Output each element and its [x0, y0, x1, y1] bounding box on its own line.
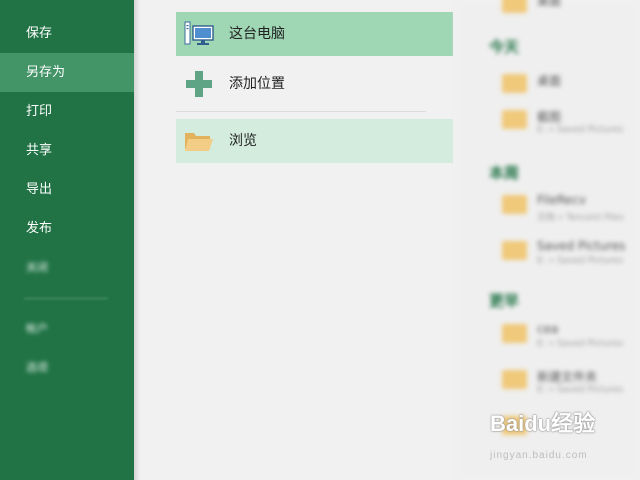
- recent-folder-item[interactable]: 桌面: [502, 0, 640, 28]
- nav-publish[interactable]: 发布: [0, 209, 134, 248]
- recent-folder-item[interactable]: 新建文件夹 E: » Saved Pictures: [502, 368, 640, 404]
- nav-export[interactable]: 导出: [0, 170, 134, 209]
- recent-group-header: 今天: [489, 38, 520, 56]
- sidebar-divider: [24, 298, 108, 299]
- recent-folder-name: 桌面: [537, 0, 562, 8]
- folder-icon: [502, 324, 527, 343]
- recent-folder-item[interactable]: 截图 E: » Saved Pictures: [502, 108, 640, 144]
- nav-save-as[interactable]: 另存为: [0, 53, 134, 92]
- sidebar-shadow: [134, 0, 140, 480]
- recent-folder-path: E: » Saved Pictures: [537, 125, 624, 135]
- recent-folder-name: Saved Pictures: [537, 239, 626, 253]
- recent-folder-item[interactable]: FileRecv 文档 » Tencent Files: [502, 193, 640, 229]
- recent-folder-path: E: » Saved Pictures: [537, 256, 624, 266]
- folder-open-icon: [184, 127, 214, 155]
- recent-folder-name: 截图: [537, 110, 562, 124]
- nav-print[interactable]: 打印: [0, 92, 134, 131]
- watermark-brand: Baidu经验: [490, 411, 596, 436]
- recent-folder-name: 新建文件夹: [537, 370, 598, 384]
- recent-folder-item[interactable]: Saved Pictures E: » Saved Pictures: [502, 239, 640, 275]
- nav-save[interactable]: 保存: [0, 14, 134, 53]
- plus-icon: [184, 70, 214, 98]
- watermark-url: jingyan.baidu.com: [490, 450, 588, 461]
- recent-folder-name: cea: [537, 322, 559, 336]
- recent-folder-path: 文档 » Tencent Files: [537, 213, 624, 223]
- recent-group-header: 本周: [489, 164, 520, 182]
- nav-options[interactable]: 选项: [0, 348, 134, 387]
- location-this-pc[interactable]: 这台电脑: [176, 12, 453, 56]
- recent-folder-name: 桌面: [537, 74, 562, 88]
- nav-account[interactable]: 帐户: [0, 309, 134, 348]
- recent-folder-path: E: » Saved Pictures: [537, 385, 624, 395]
- folder-icon: [502, 241, 527, 260]
- folder-icon: [502, 0, 527, 13]
- folder-icon: [502, 195, 527, 214]
- folder-icon: [502, 370, 527, 389]
- computer-icon: [184, 20, 214, 48]
- recent-folder-path: E: » Saved Pictures: [537, 339, 624, 349]
- backstage-sidebar: 保存 另存为 打印 共享 导出 发布 关闭 帐户 选项: [0, 0, 134, 480]
- folder-icon: [502, 110, 527, 129]
- location-this-pc-label: 这台电脑: [229, 26, 285, 42]
- baidu-jingyan-watermark: Baidu经验 jingyan.baidu.com: [490, 406, 640, 466]
- location-divider: [176, 111, 426, 112]
- recent-group-header: 更早: [489, 292, 520, 310]
- recent-folder-item[interactable]: 桌面: [502, 72, 640, 108]
- location-browse[interactable]: 浏览: [176, 119, 453, 163]
- nav-close[interactable]: 关闭: [0, 248, 134, 287]
- recent-folder-item[interactable]: cea E: » Saved Pictures: [502, 322, 640, 358]
- folder-icon: [502, 74, 527, 93]
- location-add-place-label: 添加位置: [229, 76, 285, 92]
- nav-share[interactable]: 共享: [0, 131, 134, 170]
- location-browse-label: 浏览: [229, 133, 257, 149]
- recent-folder-name: FileRecv: [537, 193, 586, 207]
- location-add-place[interactable]: 添加位置: [176, 62, 453, 106]
